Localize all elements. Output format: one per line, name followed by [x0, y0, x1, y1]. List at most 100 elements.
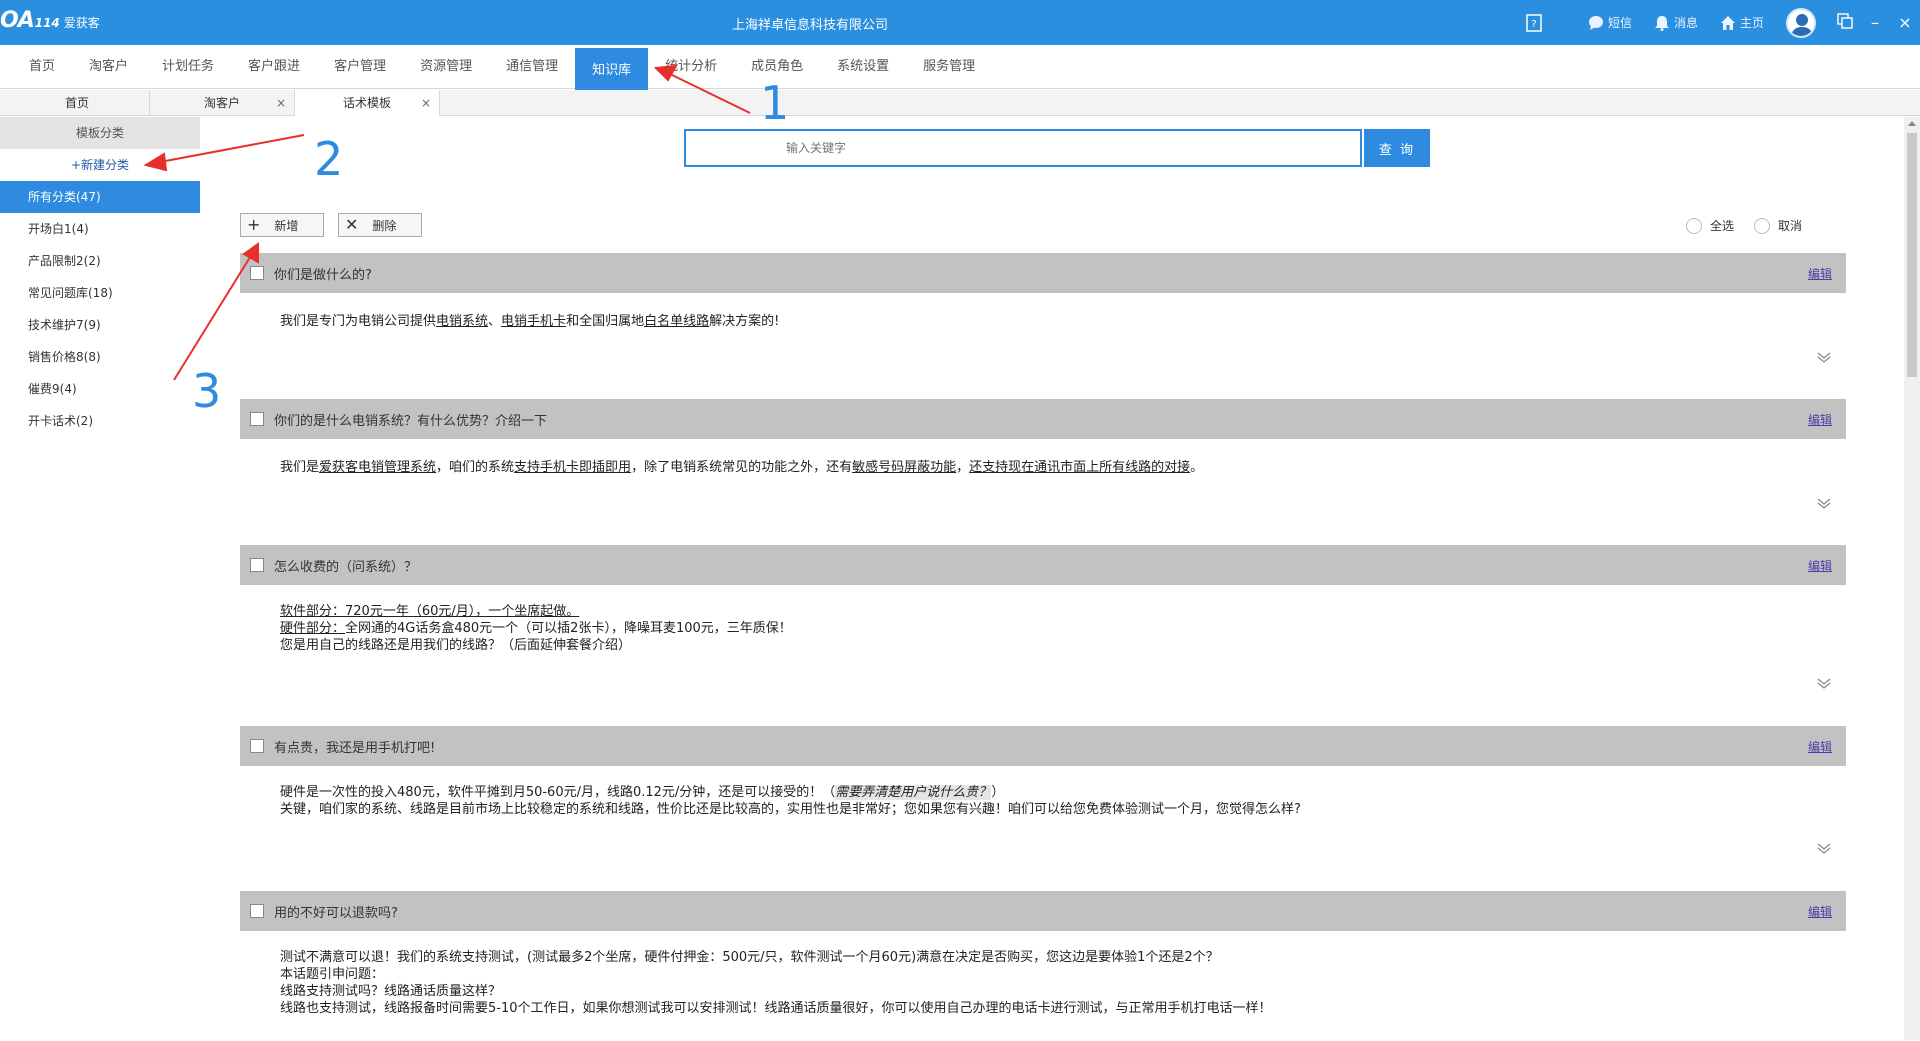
card-title: 你们的是什么电销系统？有什么优势？介绍一下 — [274, 413, 548, 429]
messages-button[interactable]: 消息 — [1654, 14, 1698, 31]
body-text: 您是用自己的线路还是用我们的线路？（后面延伸套餐介绍） — [280, 638, 632, 653]
scroll-thumb[interactable] — [1907, 133, 1917, 377]
tab-close-icon[interactable]: × — [276, 90, 286, 116]
tab-close-icon[interactable]: × — [421, 90, 431, 116]
card-header: 有点贵，我还是用手机打吧! 编辑 — [240, 726, 1846, 766]
card-checkbox[interactable] — [250, 412, 264, 426]
radio-circle[interactable] — [1685, 217, 1702, 234]
tab-label: 淘客户 — [203, 96, 240, 110]
delete-button[interactable]: ✕ 删除 — [338, 213, 422, 237]
search-input[interactable] — [684, 129, 1362, 167]
card-checkbox[interactable] — [250, 558, 264, 572]
tab-tao-kehu[interactable]: 淘客户 × — [150, 90, 295, 116]
category-sidebar: 模板分类 +新建分类 所有分类(47) 开场白1(4) 产品限制2(2) 常见问题库(… — [0, 117, 200, 1040]
scroll-up-arrow[interactable] — [1908, 121, 1916, 126]
body-link: 爱获客电销管理系统 — [319, 460, 437, 475]
nav-item[interactable]: 系统设置 — [820, 45, 906, 89]
card-checkbox[interactable] — [250, 739, 264, 753]
card-body: 我们是爱获客电销管理系统，咱们的系统支持手机卡即插即用，除了电销系统常见的功能之… — [240, 439, 1846, 476]
add-button[interactable]: + 新增 — [240, 213, 324, 237]
select-all-radio[interactable]: 全选 — [1685, 217, 1734, 234]
template-card: 你们的是什么电销系统？有什么优势？介绍一下 编辑 我们是爱获客电销管理系统，咱们… — [240, 399, 1846, 545]
sidebar-item[interactable]: 销售价格8(8) — [0, 341, 200, 373]
body-line: 硬件是一次性的投入480元，软件平摊到月50-60元/月，线路0.12元/分钟，… — [280, 784, 1846, 801]
edit-link[interactable]: 编辑 — [1808, 265, 1832, 282]
radio-circle[interactable] — [1753, 217, 1770, 234]
sidebar-item[interactable]: 开卡话术(2) — [0, 405, 200, 437]
body-text: 和全国归属地 — [566, 314, 645, 329]
chevron-down-icon[interactable] — [1816, 349, 1832, 365]
body-text: ） — [991, 785, 1005, 800]
tab-script-template[interactable]: 话术模板 × — [295, 90, 440, 116]
nav-item[interactable]: 计划任务 — [145, 45, 231, 89]
body-text: 我们是专门为电销公司提供 — [280, 314, 437, 329]
chevron-down-icon[interactable] — [1816, 840, 1832, 856]
toolbar: + 新增 ✕ 删除 — [240, 213, 436, 237]
edit-link[interactable]: 编辑 — [1808, 903, 1832, 920]
body-link: 敏感号码屏蔽功能 — [852, 460, 957, 475]
sidebar-item[interactable]: 开场白1(4) — [0, 213, 200, 245]
body-line: 测试不满意可以退！我们的系统支持测试，(测试最多2个坐席，硬件付押金：500元/… — [280, 950, 1219, 965]
body-line: 线路支持测试吗？线路通话质量这样？ — [280, 984, 502, 999]
help-icon: ? — [1526, 13, 1542, 32]
card-checkbox[interactable] — [250, 266, 264, 280]
sidebar-header: 模板分类 — [0, 117, 200, 149]
card-title: 用的不好可以退款吗? — [274, 905, 398, 921]
tab-label: 话术模板 — [342, 96, 391, 110]
card-body: 硬件是一次性的投入480元，软件平摊到月50-60元/月，线路0.12元/分钟，… — [240, 766, 1846, 818]
help-button[interactable]: ? — [1526, 13, 1546, 32]
user-avatar[interactable] — [1786, 7, 1816, 38]
sidebar-item[interactable]: 技术维护7(9) — [0, 309, 200, 341]
nav-item[interactable]: 知识库 — [575, 48, 649, 90]
chevron-down-icon[interactable] — [1816, 675, 1832, 691]
nav-item[interactable]: 资源管理 — [403, 45, 489, 89]
sidebar-item[interactable]: 所有分类(47) — [0, 181, 200, 213]
cancel-selection-radio[interactable]: 取消 — [1753, 217, 1802, 234]
nav-item[interactable]: 服务管理 — [906, 45, 992, 89]
sidebar-item[interactable]: 产品限制2(2) — [0, 245, 200, 277]
nav-item[interactable]: 统计分析 — [648, 45, 734, 89]
switch-window-button[interactable] — [1830, 12, 1860, 33]
tab-label: 首页 — [64, 96, 89, 110]
sidebar-item[interactable]: 常见问题库(18) — [0, 277, 200, 309]
edit-link[interactable]: 编辑 — [1808, 411, 1832, 428]
nav-item[interactable]: 通信管理 — [489, 45, 575, 89]
sms-button[interactable]: 短信 — [1588, 14, 1632, 31]
card-header: 你们是做什么的? 编辑 — [240, 253, 1846, 293]
minimize-button[interactable]: – — [1860, 13, 1890, 32]
main-content: 查 询 + 新增 ✕ 删除 全选 取消 你们是做什么的? 编辑 我们是专门为电销… — [200, 117, 1902, 1040]
body-line: 软件部分：720元一年（60元/月），一个坐席起做。 — [280, 603, 1846, 620]
annotation-number-1: 1 — [760, 76, 790, 130]
new-category-button[interactable]: +新建分类 — [0, 149, 200, 181]
vertical-scrollbar[interactable] — [1904, 117, 1920, 1040]
body-label: 软件部分： — [280, 604, 346, 619]
template-card: 怎么收费的（问系统）？ 编辑 软件部分：720元一年（60元/月），一个坐席起做… — [240, 545, 1846, 726]
edit-link[interactable]: 编辑 — [1808, 557, 1832, 574]
edit-link[interactable]: 编辑 — [1808, 738, 1832, 755]
nav-item[interactable]: 淘客户 — [72, 45, 145, 89]
home-label: 主页 — [1739, 16, 1764, 30]
card-title: 你们是做什么的? — [274, 267, 372, 283]
close-button[interactable]: × — [1890, 13, 1920, 32]
template-card: 有点贵，我还是用手机打吧! 编辑 硬件是一次性的投入480元，软件平摊到月50-… — [240, 726, 1846, 891]
search-button[interactable]: 查 询 — [1364, 129, 1430, 167]
body-line: 本话题引申问题： — [280, 967, 385, 982]
card-header: 怎么收费的（问系统）？ 编辑 — [240, 545, 1846, 585]
tab-home[interactable]: 首页 — [5, 90, 150, 116]
nav-item[interactable]: 首页 — [12, 45, 72, 89]
chevron-down-icon[interactable] — [1816, 495, 1832, 511]
bell-icon — [1654, 15, 1669, 31]
home-button[interactable]: 主页 — [1720, 14, 1764, 31]
chat-bubble-icon — [1588, 15, 1603, 30]
body-text: ，除了电销系统常见的功能之外，还有 — [631, 460, 853, 475]
nav-item[interactable]: 客户管理 — [317, 45, 403, 89]
home-icon — [1720, 15, 1735, 30]
card-checkbox[interactable] — [250, 904, 264, 918]
body-text: 全网通的4G话务盒480元一个（可以插2张卡），降噪耳麦100元，三年质保！ — [345, 621, 792, 636]
annotation-number-3: 3 — [192, 364, 222, 418]
switch-window-icon — [1837, 12, 1853, 29]
cancel-label: 取消 — [1777, 219, 1802, 233]
sidebar-item[interactable]: 催费9(4) — [0, 373, 200, 405]
nav-item[interactable]: 客户跟进 — [231, 45, 317, 89]
body-link: 白名单线路 — [644, 314, 710, 329]
